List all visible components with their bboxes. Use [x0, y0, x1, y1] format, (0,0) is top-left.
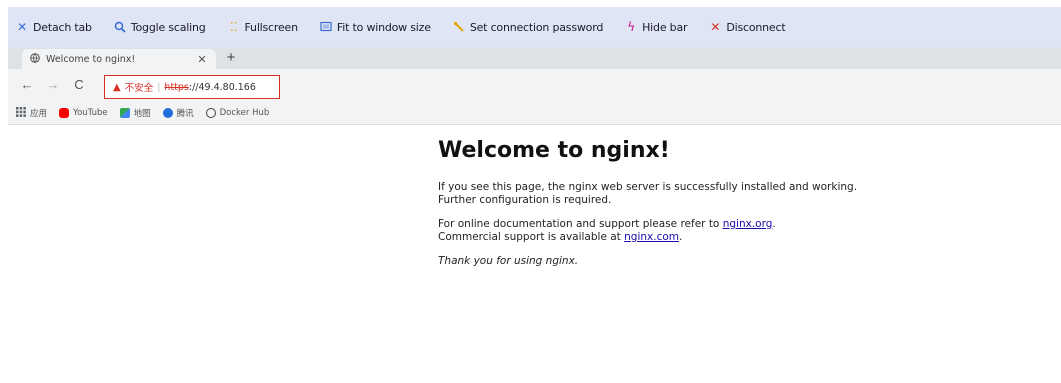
warning-icon: ▲ — [113, 81, 121, 93]
maps-icon — [119, 108, 130, 118]
set-connection-password-button[interactable]: Set connection password — [453, 21, 603, 34]
bookmark-apps[interactable]: 应用 — [16, 106, 48, 120]
thanks-paragraph: Thank you for using nginx. — [438, 255, 858, 268]
support-paragraph: For online documentation and support ple… — [438, 218, 858, 244]
thanks-text: Thank you for using nginx. — [438, 255, 579, 267]
support-text-1: For online documentation and support ple… — [438, 218, 723, 230]
fit-to-window-button[interactable]: Fit to window size — [320, 21, 431, 34]
tab-welcome-nginx[interactable]: Welcome to nginx! ✕ — [22, 49, 216, 69]
bookmark-apps-label: 应用 — [30, 109, 48, 119]
apps-icon — [16, 106, 26, 120]
detach-tab-label: Detach tab — [33, 20, 92, 34]
tab-title: Welcome to nginx! — [46, 53, 136, 65]
tencent-icon — [162, 108, 173, 118]
forward-icon[interactable]: → — [44, 76, 62, 94]
fullscreen-icon: ⁚⁚ — [229, 20, 238, 34]
browser-chrome: Welcome to nginx! ✕ + ← → C ▲ 不安全 | http… — [8, 47, 1061, 125]
bookmark-docker-hub-label: Docker Hub — [219, 108, 270, 118]
back-icon[interactable]: ← — [18, 76, 36, 94]
youtube-icon — [59, 108, 70, 118]
docker-icon — [205, 108, 216, 118]
bookmark-maps[interactable]: 地图 — [119, 107, 151, 119]
fit-window-icon — [320, 21, 332, 33]
url-scheme: https — [164, 81, 189, 93]
browser-toolbar: ← → C ▲ 不安全 | https ://49.4.80.166 — [8, 69, 1061, 101]
disconnect-label: Disconnect — [726, 20, 786, 34]
toggle-scaling-button[interactable]: Toggle scaling — [114, 21, 206, 34]
nginx-org-link[interactable]: nginx.org — [723, 218, 773, 230]
fullscreen-label: Fullscreen — [244, 20, 299, 34]
omnibox-separator: | — [157, 81, 161, 93]
nginx-com-link[interactable]: nginx.com — [624, 231, 679, 243]
support-text-4: . — [679, 231, 683, 243]
bookmark-youtube[interactable]: YouTube — [59, 108, 108, 118]
connection-toolbar: ✕ Detach tab Toggle scaling ⁚⁚ Fullscree… — [8, 7, 1061, 47]
bookmark-youtube-label: YouTube — [73, 108, 108, 118]
address-bar[interactable]: ▲ 不安全 | https ://49.4.80.166 — [104, 75, 280, 99]
globe-icon — [30, 52, 40, 66]
disconnect-button[interactable]: ✕ Disconnect — [709, 21, 785, 34]
bookmark-docker-hub[interactable]: Docker Hub — [205, 108, 270, 118]
disconnect-icon: ✕ — [710, 20, 721, 34]
key-icon — [453, 21, 465, 33]
page-viewport: Welcome to nginx! If you see this page, … — [8, 126, 1061, 383]
tab-strip: Welcome to nginx! ✕ + — [8, 47, 1061, 69]
support-text-3: Commercial support is available at — [438, 231, 625, 243]
detach-tab-button[interactable]: ✕ Detach tab — [16, 21, 92, 34]
bookmarks-bar: 应用 YouTube 地图 腾讯 Docker Hub — [8, 103, 1061, 123]
bookmark-maps-label: 地图 — [133, 109, 151, 119]
insecure-label: 不安全 — [124, 83, 154, 94]
close-icon: ✕ — [17, 20, 27, 34]
support-text-2: . — [772, 218, 776, 230]
bookmark-tencent-label: 腾讯 — [176, 109, 194, 119]
reload-icon[interactable]: C — [70, 76, 88, 94]
page-title: Welcome to nginx! — [438, 138, 670, 163]
url-host: ://49.4.80.166 — [188, 81, 256, 93]
tab-close-icon[interactable]: ✕ — [196, 53, 208, 66]
fullscreen-button[interactable]: ⁚⁚ Fullscreen — [228, 21, 298, 34]
hide-bar-label: Hide bar — [642, 20, 688, 34]
nginx-welcome-content: Welcome to nginx! If you see this page, … — [438, 138, 858, 279]
intro-paragraph: If you see this page, the nginx web serv… — [438, 181, 858, 206]
fit-to-window-label: Fit to window size — [336, 20, 431, 34]
lightning-icon: ϟ — [627, 20, 635, 34]
new-tab-button[interactable]: + — [222, 49, 240, 67]
hide-bar-button[interactable]: ϟ Hide bar — [625, 21, 687, 34]
toggle-scaling-label: Toggle scaling — [130, 20, 206, 34]
zoom-icon — [114, 21, 126, 33]
bookmark-tencent[interactable]: 腾讯 — [162, 107, 194, 119]
set-connection-password-label: Set connection password — [469, 20, 604, 34]
